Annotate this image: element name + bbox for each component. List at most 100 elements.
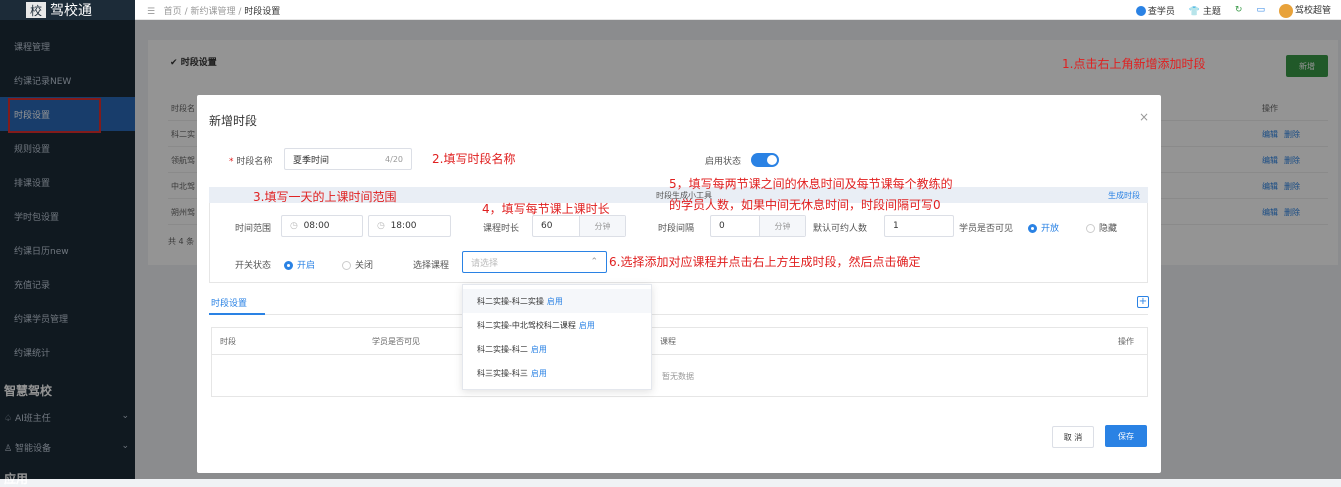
- dropdown-option[interactable]: 科二实操-科二实操 启用: [463, 289, 651, 313]
- crumb-current: 时段设置: [244, 7, 281, 17]
- radio-checked-icon: [1028, 224, 1037, 233]
- dialog-title: 新增时段: [209, 114, 258, 128]
- annotation-1: 1.点击右上角新增添加时段: [1062, 57, 1206, 71]
- dropdown-option[interactable]: 科二实操-中北驾校科二课程 启用: [463, 313, 651, 337]
- range-label: 时间范围: [235, 224, 272, 234]
- visible-label: 学员是否可见: [959, 224, 1014, 234]
- course-select[interactable]: 请选择 ⌃: [462, 251, 607, 273]
- course-dropdown: 科二实操-科二实操 启用 科二实操-中北驾校科二课程 启用 科二实操-科二 启用 科三…: [462, 284, 652, 390]
- breadcrumb: ☰ 首页 / 新约课管理 / 时段设置: [147, 4, 280, 17]
- option-status: 启用: [530, 368, 547, 378]
- name-count: 4/20: [385, 154, 403, 164]
- option-status: 启用: [546, 296, 563, 306]
- logo: 校 驾校通: [26, 0, 92, 20]
- dropdown-option[interactable]: 科三实操-科三 启用: [463, 361, 651, 385]
- divider: [212, 354, 1147, 355]
- chevron-up-icon: ⌃: [590, 257, 598, 267]
- theme-label: 主题: [1202, 6, 1221, 17]
- name-label-text: 时段名称: [236, 157, 273, 167]
- default-count-value: 1: [893, 221, 899, 231]
- radio-checked-icon: [284, 261, 293, 270]
- theme-icon: 👕: [1188, 6, 1203, 17]
- crumb-mid[interactable]: 新约课管理: [190, 7, 235, 17]
- annotation-2: 2.填写时段名称: [432, 152, 516, 166]
- user-menu[interactable]: 驾校超管: [1278, 3, 1331, 18]
- empty-state: 暂无数据: [662, 372, 694, 381]
- duration-value: 60: [541, 221, 553, 231]
- name-input-value: 夏季时间: [293, 155, 330, 166]
- annotation-5-line2: 的学员人数，如果中间无休息时间，时段间隔可写0: [669, 198, 941, 212]
- interval-input[interactable]: 0 分钟: [710, 215, 806, 237]
- tab-divider: [209, 314, 1148, 315]
- visible-hidden-label: 隐藏: [1099, 224, 1118, 234]
- user-name: 驾校超管: [1294, 6, 1331, 16]
- clock-icon: ◷: [377, 221, 391, 231]
- crumb-home[interactable]: 首页: [164, 7, 182, 17]
- table-header-slot: 时段: [220, 337, 236, 346]
- close-icon[interactable]: ×: [1139, 110, 1149, 124]
- radio-icon: [342, 261, 351, 270]
- option-name: 科二实操-科二: [477, 344, 528, 354]
- interval-label: 时段间隔: [658, 224, 695, 234]
- option-name: 科二实操-中北驾校科二课程: [477, 320, 576, 330]
- logo-text: 驾校通: [50, 3, 92, 19]
- default-count-input[interactable]: 1: [884, 215, 954, 237]
- duration-input[interactable]: 60 分钟: [532, 215, 626, 237]
- option-status: 启用: [578, 320, 595, 330]
- switch-off-radio[interactable]: 关闭: [342, 258, 373, 271]
- visible-open-radio[interactable]: 开放: [1028, 221, 1059, 234]
- annotation-6: 6.选择添加对应课程并点击右上方生成时段，然后点击确定: [609, 255, 921, 269]
- avatar: [1278, 3, 1293, 18]
- logo-icon: 校: [26, 2, 46, 18]
- tab-active-indicator: [209, 313, 265, 315]
- new-time-slot-dialog: 新增时段 × * 时段名称 夏季时间 4/20 2.填写时段名称 启用状态 时段…: [197, 95, 1161, 473]
- name-label: * 时段名称: [229, 157, 273, 167]
- search-student-button[interactable]: 查学员: [1135, 4, 1175, 17]
- interval-value: 0: [719, 221, 725, 231]
- default-count-label: 默认可约人数: [813, 224, 868, 234]
- start-time-value: 08:00: [303, 221, 330, 231]
- search-icon: [1135, 6, 1146, 17]
- switch-on-radio[interactable]: 开启: [284, 258, 315, 271]
- duration-unit: 分钟: [579, 216, 625, 236]
- menu-toggle-icon[interactable]: ☰: [147, 7, 155, 17]
- annotation-5-line1: 5，填写每两节课之间的休息时间及每节课每个教练的: [669, 177, 953, 191]
- slots-table: 时段 学员是否可见 课程 操作 暂无数据: [211, 327, 1148, 397]
- cancel-button[interactable]: 取 消: [1052, 426, 1094, 448]
- save-button[interactable]: 保存: [1105, 425, 1147, 447]
- generate-button[interactable]: 生成时段: [1108, 190, 1140, 201]
- switch-off-label: 关闭: [355, 261, 374, 271]
- table-header-course: 课程: [660, 337, 676, 346]
- table-header-visible: 学员是否可见: [372, 337, 420, 346]
- visible-open-label: 开放: [1041, 224, 1060, 234]
- option-status: 启用: [530, 344, 547, 354]
- end-time-input[interactable]: ◷ 18:00: [368, 215, 451, 237]
- visible-hidden-radio[interactable]: 隐藏: [1086, 221, 1117, 234]
- add-icon[interactable]: +: [1137, 296, 1149, 308]
- crumb-sep: /: [238, 7, 242, 17]
- screen-icon[interactable]: ▭: [1256, 5, 1265, 15]
- radio-icon: [1086, 224, 1095, 233]
- clock-icon: ◷: [290, 221, 304, 231]
- table-header-ops: 操作: [1118, 337, 1134, 346]
- theme-button[interactable]: 👕 主题: [1189, 4, 1221, 17]
- duration-label: 课程时长: [483, 224, 520, 234]
- start-time-input[interactable]: ◷ 08:00: [281, 215, 363, 237]
- refresh-icon[interactable]: ↻: [1235, 5, 1243, 15]
- option-name: 科三实操-科三: [477, 368, 528, 378]
- annotation-3: 3.填写一天的上课时间范围: [253, 190, 397, 204]
- interval-unit: 分钟: [759, 216, 805, 236]
- enable-toggle[interactable]: [751, 153, 779, 167]
- dropdown-option[interactable]: 科二实操-科二 启用: [463, 337, 651, 361]
- name-input[interactable]: 夏季时间 4/20: [284, 148, 412, 170]
- course-label: 选择课程: [413, 261, 450, 271]
- switch-on-label: 开启: [297, 261, 316, 271]
- enable-label: 启用状态: [705, 157, 742, 167]
- tab-time-slots[interactable]: 时段设置: [211, 296, 247, 309]
- switch-label: 开关状态: [235, 261, 272, 271]
- end-time-value: 18:00: [390, 221, 417, 231]
- crumb-sep: /: [184, 7, 188, 17]
- option-name: 科二实操-科二实操: [477, 296, 544, 306]
- course-placeholder: 请选择: [471, 258, 499, 269]
- search-student-label: 查学员: [1147, 6, 1175, 17]
